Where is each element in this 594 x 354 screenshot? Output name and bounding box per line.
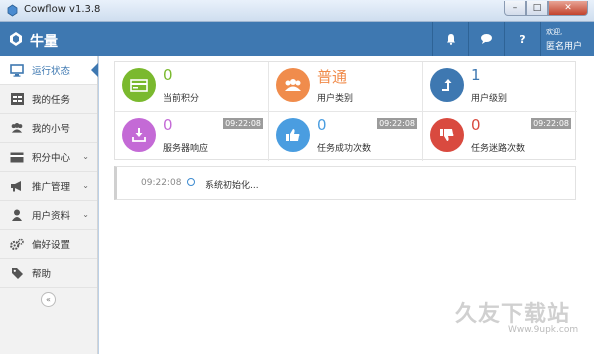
- credit-card-icon: [122, 68, 156, 102]
- stat-label: 任务成功次数: [317, 144, 372, 154]
- sidebar-item-promotion[interactable]: 推广管理 ⌄: [0, 172, 97, 201]
- timestamp-badge: 09:22:08: [531, 118, 571, 129]
- log-time: 09:22:08: [141, 178, 182, 188]
- stat-card-server-response: 0 服务器响应 09:22:08: [115, 112, 269, 161]
- gears-icon: [10, 237, 24, 251]
- sidebar-collapse-row: «: [0, 288, 97, 310]
- chevron-down-icon: ⌄: [82, 152, 89, 161]
- maximize-button[interactable]: □: [526, 1, 548, 16]
- user-icon: [10, 208, 24, 222]
- sidebar-item-label: 推广管理: [32, 182, 71, 193]
- sidebar-item-label: 积分中心: [32, 153, 71, 164]
- username: 匿名用户: [546, 42, 583, 52]
- user-menu[interactable]: 欢迎, 匿名用户: [540, 22, 594, 56]
- stat-value: 0: [163, 66, 173, 84]
- stat-label: 任务迷路次数: [471, 144, 526, 154]
- collapse-sidebar-button[interactable]: «: [41, 292, 56, 307]
- stats-panel: 0 当前积分 普通 用户类别 1 用户级别 0 服务器响应 09:22:08 0…: [114, 61, 577, 161]
- thumbs-up-icon: [276, 118, 310, 152]
- stat-label: 当前积分: [163, 94, 200, 104]
- level-up-icon: [430, 68, 464, 102]
- log-dot-icon: [187, 178, 195, 186]
- stat-value: 1: [471, 66, 481, 84]
- watermark-url: Www.9upk.com: [508, 325, 579, 335]
- card-icon: [10, 150, 24, 164]
- thumbs-down-icon: [430, 118, 464, 152]
- stat-value: 0: [163, 116, 173, 134]
- user-group-icon: [276, 68, 310, 102]
- notification-button[interactable]: [432, 22, 468, 56]
- bell-icon: [446, 34, 455, 45]
- sidebar-item-help[interactable]: 帮助: [0, 259, 97, 288]
- welcome-text: 欢迎,: [546, 28, 563, 36]
- window-controls: – □ ✕: [504, 1, 588, 16]
- sidebar-item-label: 偏好设置: [32, 240, 71, 251]
- minimize-button[interactable]: –: [504, 1, 526, 16]
- stat-value: 0: [317, 116, 327, 134]
- sidebar-item-label: 我的小号: [32, 124, 71, 135]
- stat-value: 普通: [317, 68, 348, 86]
- stat-label: 用户类别: [317, 94, 354, 104]
- log-text: 系统初始化...: [205, 181, 259, 191]
- app-name: 牛量: [30, 34, 58, 50]
- megaphone-icon: [10, 179, 24, 193]
- sidebar-item-label: 用户资料: [32, 211, 71, 222]
- sidebar-item-tasks[interactable]: 我的任务: [0, 85, 97, 114]
- logo-icon: [10, 32, 22, 46]
- help-button[interactable]: ?: [504, 22, 540, 56]
- sidebar: 运行状态 我的任务 我的小号 积分中心 ⌄ 推广管理 ⌄ 用户资料 ⌄ 偏好设置…: [0, 56, 98, 354]
- window-title: Cowflow v1.3.8: [24, 4, 101, 15]
- stat-value: 0: [471, 116, 481, 134]
- sidebar-item-label: 帮助: [32, 269, 52, 280]
- help-icon: ?: [519, 32, 526, 46]
- task-list-icon: [10, 92, 24, 106]
- watermark: 久友下载站: [455, 302, 571, 327]
- sidebar-item-preferences[interactable]: 偏好设置: [0, 230, 97, 259]
- timestamp-badge: 09:22:08: [223, 118, 263, 129]
- message-button[interactable]: [468, 22, 504, 56]
- app-icon: [7, 4, 18, 17]
- log-entry: 09:22:08 系统初始化...: [114, 166, 576, 200]
- close-button[interactable]: ✕: [548, 1, 588, 16]
- stat-card-user-type: 普通 用户类别: [269, 62, 423, 111]
- stat-card-points: 0 当前积分: [115, 62, 269, 111]
- stat-label: 用户级别: [471, 94, 508, 104]
- chevron-down-icon: ⌄: [82, 181, 89, 190]
- sidebar-item-points[interactable]: 积分中心 ⌄: [0, 143, 97, 172]
- sidebar-item-profile[interactable]: 用户资料 ⌄: [0, 201, 97, 230]
- monitor-icon: [10, 63, 24, 77]
- sidebar-item-label: 运行状态: [32, 66, 71, 77]
- timestamp-badge: 09:22:08: [377, 118, 417, 129]
- title-bar: Cowflow v1.3.8 – □ ✕: [0, 0, 594, 22]
- sidebar-item-status[interactable]: 运行状态: [0, 56, 98, 85]
- stat-label: 服务器响应: [163, 144, 209, 154]
- stat-card-user-level: 1 用户级别: [423, 62, 577, 111]
- sidebar-item-accounts[interactable]: 我的小号: [0, 114, 97, 143]
- stat-card-task-success: 0 任务成功次数 09:22:08: [269, 112, 423, 161]
- tag-icon: [10, 266, 24, 280]
- stat-card-task-lost: 0 任务迷路次数 09:22:08: [423, 112, 577, 161]
- chevron-down-icon: ⌄: [82, 210, 89, 219]
- users-icon: [10, 121, 24, 135]
- download-tray-icon: [122, 118, 156, 152]
- chat-icon: [481, 34, 492, 44]
- sidebar-item-label: 我的任务: [32, 95, 71, 106]
- app-header: 牛量 ? 欢迎, 匿名用户: [0, 22, 594, 56]
